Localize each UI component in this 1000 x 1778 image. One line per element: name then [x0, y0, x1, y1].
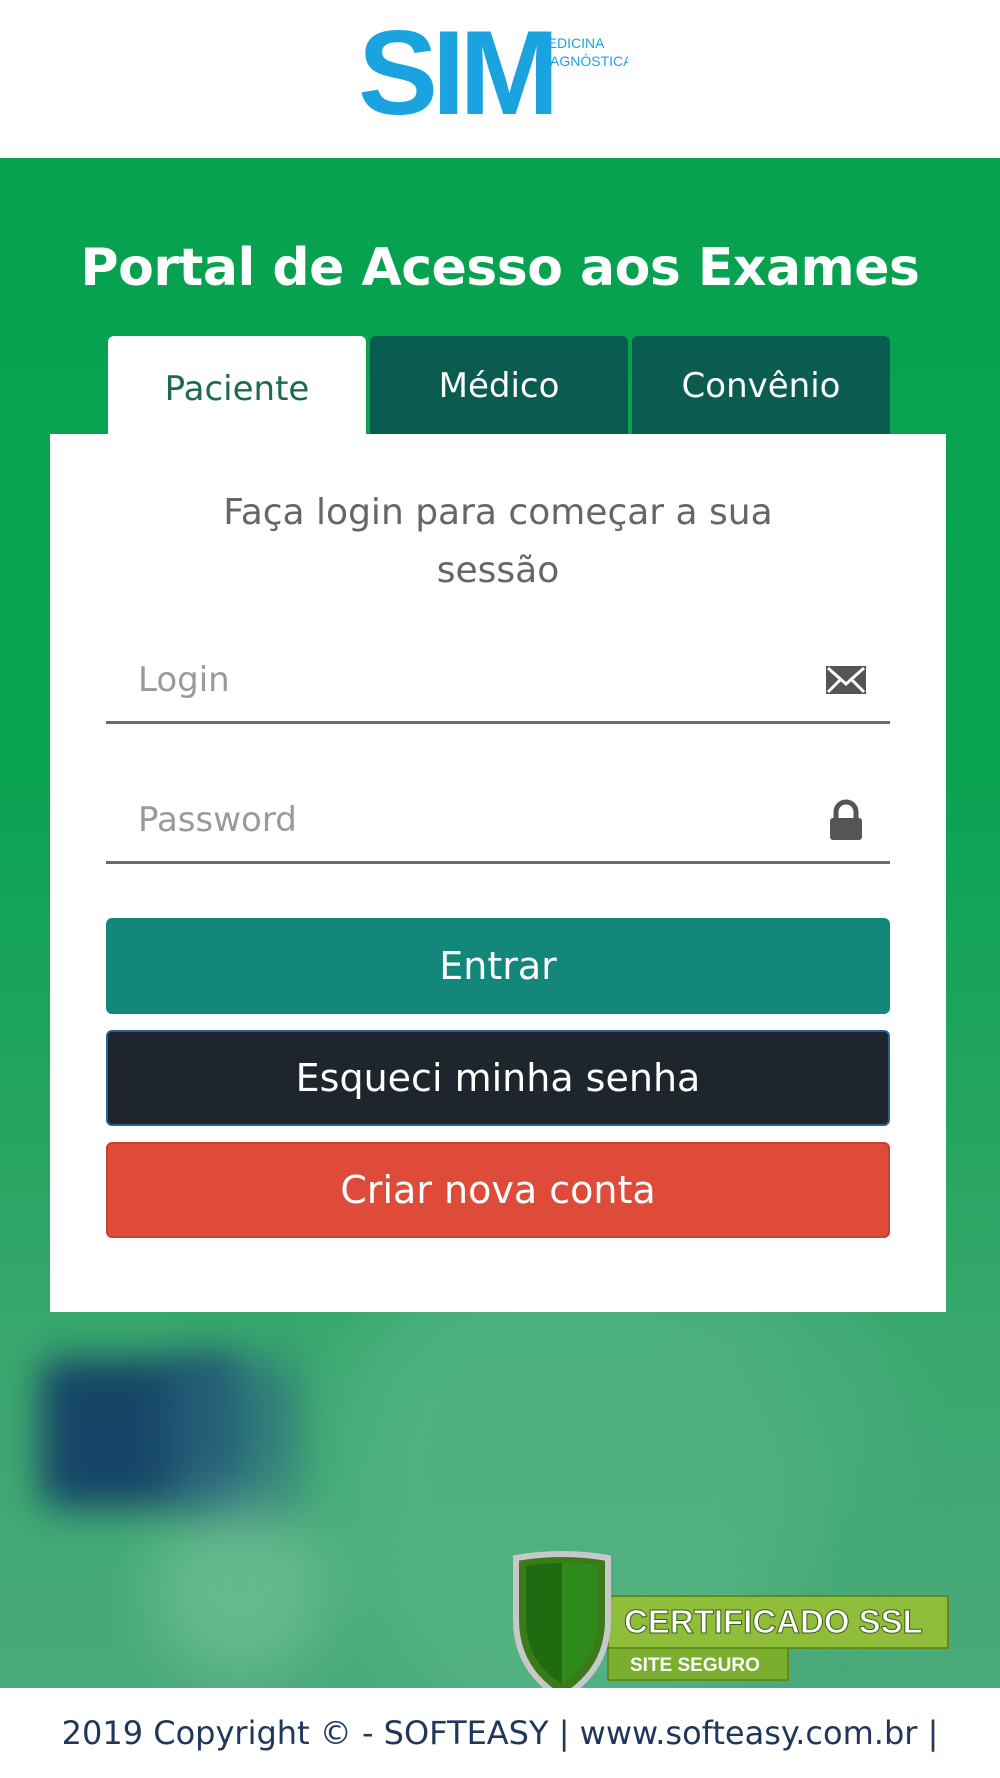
login-input[interactable] — [138, 652, 778, 708]
create-account-button[interactable]: Criar nova conta — [106, 1142, 890, 1238]
softeasy-link[interactable]: www.softeasy.com.br — [580, 1714, 918, 1752]
ssl-certificate-badge: CERTIFICADO SSL SITE SEGURO — [513, 1551, 949, 1700]
envelope-icon — [826, 666, 866, 694]
login-subtitle-line-1: Faça login para começar a sua — [223, 492, 773, 533]
login-card: Faça login para começar a sua sessão Ent… — [50, 434, 946, 1312]
sim-logo: SIM MEDICINA DIAGNÓSTICA — [358, 10, 628, 120]
footer-text: 2019 Copyright © - SOFTEASY | www.softea… — [62, 1714, 939, 1752]
footer-copyright: 2019 Copyright © - SOFTEASY | — [61, 1714, 570, 1752]
login-subtitle-line-2: sessão — [436, 550, 560, 591]
ssl-subtitle: SITE SEGURO — [630, 1655, 760, 1676]
tab-convenio[interactable]: Convênio — [632, 336, 890, 436]
login-subtitle: Faça login para começar a sua sessão — [50, 484, 946, 600]
footer: 2019 Copyright © - SOFTEASY | www.softea… — [0, 1688, 1000, 1778]
logo-tagline-1: MEDICINA — [536, 35, 605, 51]
forgot-password-button[interactable]: Esqueci minha senha — [106, 1030, 890, 1126]
login-field — [106, 634, 890, 724]
header: SIM MEDICINA DIAGNÓSTICA — [0, 0, 1000, 158]
background-blur-shape — [150, 1498, 330, 1678]
hero-section: Portal de Acesso aos Exames Paciente Méd… — [0, 158, 1000, 1688]
entrar-button[interactable]: Entrar — [106, 918, 890, 1014]
footer-separator: | — [927, 1714, 939, 1752]
password-field — [106, 774, 890, 864]
tab-paciente[interactable]: Paciente — [108, 336, 366, 442]
ssl-title: CERTIFICADO SSL — [624, 1603, 923, 1640]
page-title: Portal de Acesso aos Exames — [80, 238, 920, 298]
lock-icon — [830, 799, 862, 840]
logo-tagline-2: DIAGNÓSTICA — [536, 53, 628, 69]
tab-medico[interactable]: Médico — [370, 336, 628, 436]
password-input[interactable] — [138, 792, 778, 848]
logo-brand: SIM — [358, 10, 553, 120]
